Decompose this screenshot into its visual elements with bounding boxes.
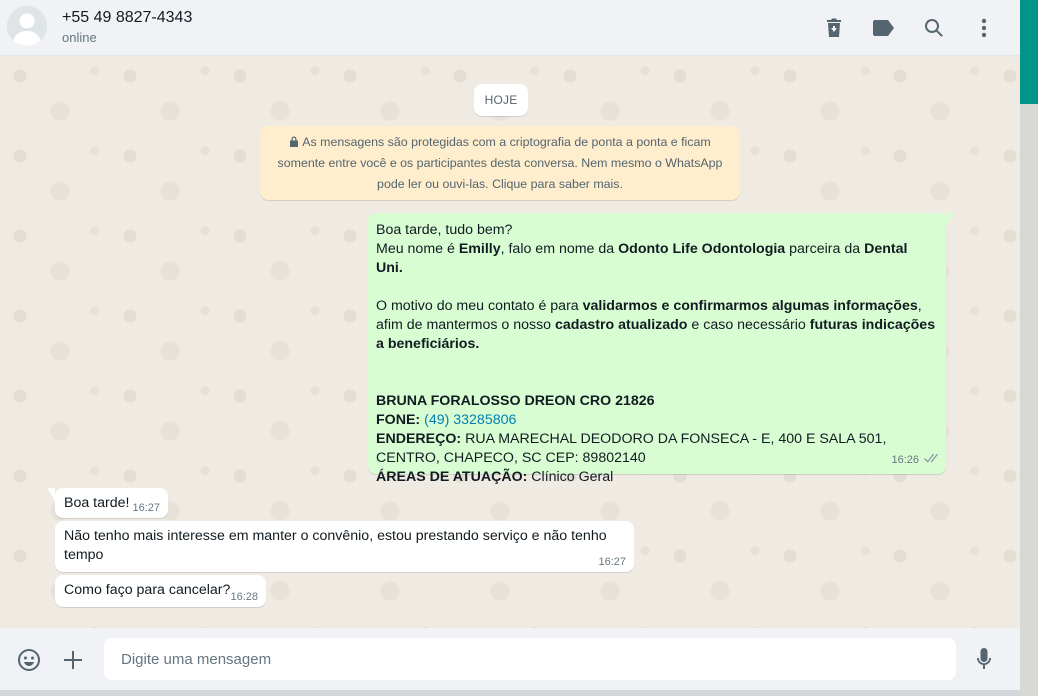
contact-name[interactable]: +55 49 8827-4343 [62,9,192,27]
message-time: 16:27 [598,556,626,568]
emoji-icon[interactable] [16,647,42,673]
intro-name: Emilly [458,241,501,257]
bubble-tail [47,488,55,501]
message-greeting: Boa tarde, tudo bem? [376,222,513,238]
intro-prefix: Meu nome é [376,241,459,257]
message-time: 16:28 [230,591,258,603]
lock-icon [289,136,299,147]
message-time: 16:27 [132,502,160,514]
avatar[interactable] [7,6,47,46]
intro-company: Odonto Life Odontologia [618,241,786,257]
intro-mid: , falo em nome da [500,241,619,257]
message-time: 16:26 [891,454,919,466]
side-panel-edge [1020,0,1038,696]
message-text: Como faço para cancelar? [64,582,231,598]
date-divider: HOJE [474,84,528,116]
window-bottom-edge [0,690,1020,696]
accent-bar [1020,0,1038,104]
mic-icon[interactable] [971,647,997,673]
reason-mid2: e caso necessário [687,317,810,333]
outgoing-message[interactable]: Boa tarde, tudo bem? Meu nome é Emilly, … [368,213,954,485]
message-text: Não tenho mais interesse em manter o con… [64,528,607,563]
message-reason: O motivo do meu contato é para validarmo… [376,297,938,354]
areas-label: ÁREAS DE ATUAÇÃO: [376,469,528,485]
compose-bar [0,628,1020,690]
bubble-tail [946,213,954,226]
label-icon[interactable] [872,16,896,40]
message-meta: 16:26 [891,451,938,470]
incoming-message[interactable]: Como faço para cancelar? 16:28 [55,575,266,607]
message-input[interactable] [104,638,956,680]
reason-prefix: O motivo do meu contato é para [376,298,583,314]
message-text: Boa tarde! [64,495,130,511]
default-avatar-icon [7,6,47,46]
areas-value: Clínico Geral [531,469,614,485]
contact-status: online [62,30,97,45]
address-label: ENDEREÇO: [376,431,462,447]
menu-icon[interactable] [972,16,996,40]
incoming-message[interactable]: Boa tarde! 16:27 [47,488,168,518]
message-list[interactable]: HOJE As mensagens são protegidas com a c… [0,56,1020,628]
encryption-notice[interactable]: As mensagens são protegidas com a cripto… [260,126,740,200]
whatsapp-chat-window: +55 49 8827-4343 online HOJE As mensagen… [0,0,1020,696]
doctor-name: BRUNA FORALOSSO DREON CRO 21826 [376,393,655,409]
search-icon[interactable] [922,16,946,40]
incoming-message[interactable]: Não tenho mais interesse em manter o con… [55,521,634,572]
attach-icon[interactable] [60,647,86,673]
chat-header: +55 49 8827-4343 online [0,0,1020,56]
phone-label: FONE: [376,412,421,428]
delete-icon[interactable] [822,16,846,40]
reason-bold-1: validarmos e confirmarmos algumas inform… [582,298,918,314]
message-intro: Meu nome é Emilly, falo em nome da Odont… [376,240,938,278]
double-check-icon [922,453,938,464]
intro-mid2: parceira da [785,241,865,257]
reason-bold-2: cadastro atualizado [555,317,688,333]
phone-link[interactable]: (49) 33285806 [424,412,516,428]
encryption-notice-text: As mensagens são protegidas com a cripto… [277,135,723,191]
